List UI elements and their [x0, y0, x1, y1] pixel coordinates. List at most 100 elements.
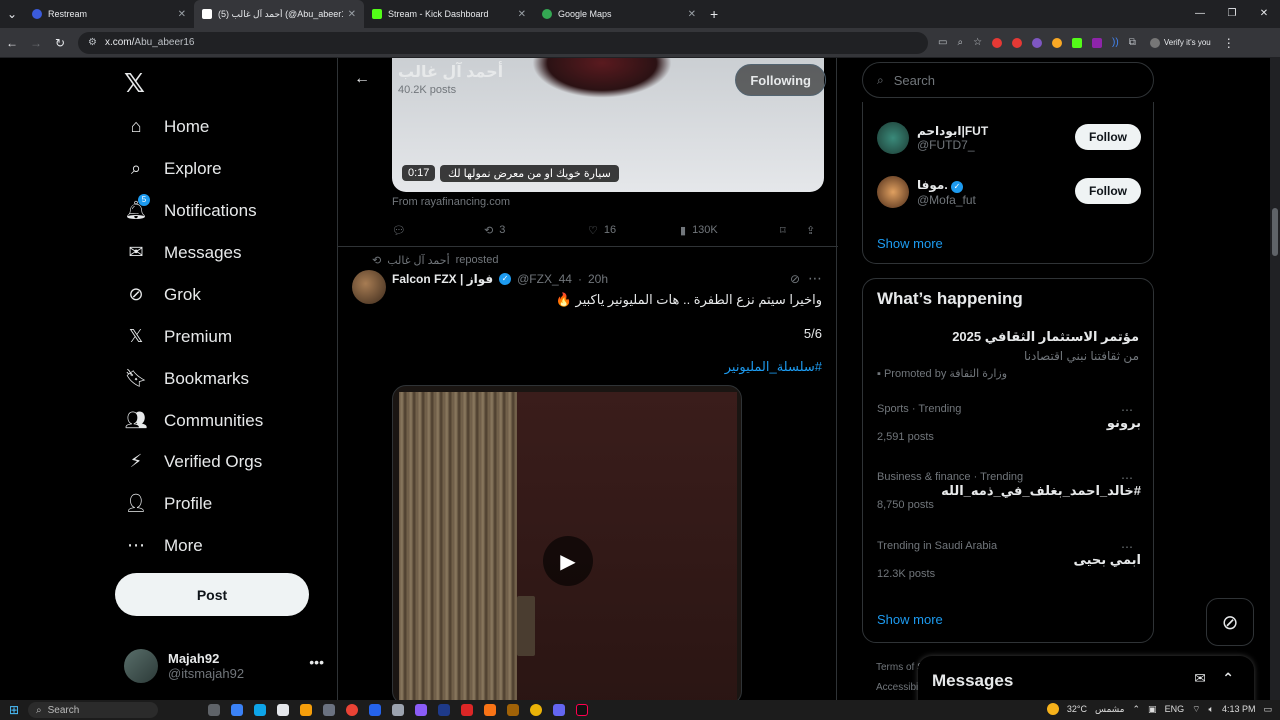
post-video[interactable]: ▶: [392, 385, 742, 700]
app-icon[interactable]: [461, 704, 473, 716]
account-switcher[interactable]: Majah92 @itsmajah92 •••: [124, 646, 324, 686]
site-info-icon[interactable]: ⚙: [88, 37, 97, 48]
tab-restream[interactable]: Restream ✕: [24, 0, 194, 28]
discord-icon[interactable]: [553, 704, 565, 716]
repost-button[interactable]: ⟲ 3: [484, 224, 588, 237]
play-icon[interactable]: ▶: [543, 536, 593, 586]
language[interactable]: ENG: [1165, 704, 1185, 714]
grok-float-button[interactable]: ⊘: [1206, 598, 1254, 646]
window-close-icon[interactable]: ✕: [1248, 0, 1280, 28]
post-time[interactable]: 20h: [588, 272, 608, 286]
extension-yellow-icon[interactable]: [1052, 37, 1063, 48]
clock[interactable]: 4:13 PM: [1222, 704, 1256, 714]
tab-kick-dashboard[interactable]: Stream - Kick Dashboard ✕: [364, 0, 534, 28]
messages-drawer[interactable]: Messages ✉ ⌃: [918, 656, 1254, 700]
trend-more-icon[interactable]: ⋯: [1121, 403, 1133, 417]
bookmark-star-icon[interactable]: ☆: [973, 37, 982, 48]
zoom-icon[interactable]: ⌕: [957, 37, 963, 48]
follow-button[interactable]: Follow: [1075, 124, 1141, 150]
like-button[interactable]: ♡ 16: [588, 224, 680, 237]
app-icon[interactable]: [231, 704, 243, 716]
trend-item[interactable]: Business & finance · Trending #خالد_احمد…: [877, 471, 1141, 511]
app-icon[interactable]: [277, 704, 289, 716]
x-logo-icon[interactable]: 𝕏: [124, 68, 145, 99]
browser-menu-icon[interactable]: ⋮: [1217, 36, 1241, 50]
new-message-icon[interactable]: ✉: [1194, 670, 1206, 687]
follow-button[interactable]: Follow: [1075, 178, 1141, 204]
profile-chip[interactable]: Verify it's you: [1149, 37, 1211, 48]
nav-more[interactable]: ⋯ More: [124, 535, 203, 556]
app-icon[interactable]: [507, 704, 519, 716]
close-tab-icon[interactable]: ✕: [348, 9, 356, 20]
nav-grok[interactable]: ⊘ Grok: [124, 284, 200, 305]
close-tab-icon[interactable]: ✕: [178, 9, 186, 20]
share-button[interactable]: ⇪: [806, 224, 815, 237]
tab-google-maps[interactable]: Google Maps ✕: [534, 0, 704, 28]
search-input[interactable]: ⌕ Search: [862, 62, 1154, 98]
nav-bookmarks[interactable]: 🔖︎ Bookmarks: [124, 368, 249, 389]
network-icon[interactable]: ⌔: [1192, 704, 1200, 715]
task-view-icon[interactable]: [208, 704, 220, 716]
extensions-puzzle-icon[interactable]: ⧉: [1129, 37, 1136, 48]
steam-icon[interactable]: [438, 704, 450, 716]
app-icon[interactable]: [530, 704, 542, 716]
volume-icon[interactable]: 🔈︎: [1209, 704, 1214, 715]
reply-button[interactable]: 💬︎: [392, 224, 484, 237]
ad-source[interactable]: From rayafinancing.com: [392, 196, 510, 208]
avatar[interactable]: [352, 270, 386, 304]
follow-suggestion[interactable]: ابوداحم|FUT @FUTD7_ Follow: [877, 118, 1141, 158]
restore-icon[interactable]: ❐: [1216, 0, 1248, 28]
app-icon[interactable]: [392, 704, 404, 716]
extension-f-icon[interactable]: [1092, 37, 1103, 48]
app-icon[interactable]: [484, 704, 496, 716]
nav-explore[interactable]: ⌕ Explore: [124, 158, 222, 179]
extension-shield-icon[interactable]: [1032, 37, 1043, 48]
post-button[interactable]: Post: [115, 573, 309, 616]
address-bar[interactable]: ⚙ x.com/Abu_abeer16: [78, 31, 928, 54]
author-handle[interactable]: @FZX_44: [517, 272, 572, 286]
page-scrollbar[interactable]: [1270, 58, 1280, 700]
reload-icon[interactable]: ↻: [48, 36, 72, 50]
nav-home[interactable]: ⌂ Home: [124, 116, 210, 137]
close-tab-icon[interactable]: ✕: [688, 9, 696, 20]
install-app-icon[interactable]: ▭: [938, 37, 947, 48]
edge-icon[interactable]: [254, 704, 266, 716]
file-explorer-icon[interactable]: [300, 704, 312, 716]
minimize-icon[interactable]: —: [1184, 0, 1216, 28]
tab-x-profile[interactable]: (5) أحمد آل غالب (@Abu_abeer16 ✕: [194, 0, 364, 28]
scrollbar-thumb[interactable]: [1272, 208, 1278, 256]
following-button[interactable]: Following: [735, 64, 826, 96]
nav-verified-orgs[interactable]: ⚡︎ Verified Orgs: [124, 451, 263, 472]
trend-more-icon[interactable]: ⋯: [1121, 471, 1133, 485]
close-tab-icon[interactable]: ✕: [518, 9, 526, 20]
extension-s-icon[interactable]: [1012, 37, 1023, 48]
forward-icon[interactable]: →: [24, 36, 48, 50]
start-icon[interactable]: ⊞: [0, 703, 28, 717]
account-more-icon[interactable]: •••: [309, 654, 324, 670]
grok-icon[interactable]: ⊘: [790, 272, 800, 286]
app-icon[interactable]: [369, 704, 381, 716]
extension-waves-icon[interactable]: )): [1112, 37, 1119, 48]
back-icon[interactable]: ←: [0, 36, 24, 50]
author-name[interactable]: Falcon FZX | فواز: [392, 272, 493, 286]
follow-suggestion[interactable]: موفا. ✓ @Mofa_fut Follow: [877, 172, 1141, 212]
tray-app-icon[interactable]: ▣: [1148, 704, 1157, 715]
app-icon[interactable]: [415, 704, 427, 716]
repost-by[interactable]: أحمد آل غالب: [387, 254, 449, 267]
notification-center-icon[interactable]: ▭: [1263, 704, 1272, 715]
nav-notifications[interactable]: 🔔︎ 5 Notifications: [124, 194, 257, 221]
nav-communities[interactable]: 👥︎ Communities: [124, 410, 264, 431]
views-button[interactable]: ▮ 130K: [680, 224, 780, 237]
footer-terms[interactable]: Terms of S: [876, 658, 924, 678]
promo-title[interactable]: مؤتمر الاستثمار الثقافي 2025: [952, 329, 1139, 345]
post-hashtag[interactable]: #سلسلة_المليونير: [725, 359, 822, 375]
bookmark-button[interactable]: ⌑: [780, 224, 806, 237]
show-more-link[interactable]: Show more: [877, 236, 943, 251]
trend-item[interactable]: Sports · Trending برونو 2,591 posts ⋯: [877, 403, 1141, 443]
trend-more-icon[interactable]: ⋯: [1121, 540, 1133, 554]
tray-chevron-icon[interactable]: ⌃: [1133, 704, 1141, 715]
extension-kick-icon[interactable]: [1072, 37, 1083, 48]
footer-accessibility[interactable]: Accessibili: [876, 678, 924, 698]
tiktok-icon[interactable]: [576, 704, 588, 716]
nav-profile[interactable]: 👤︎ Profile: [124, 493, 213, 514]
